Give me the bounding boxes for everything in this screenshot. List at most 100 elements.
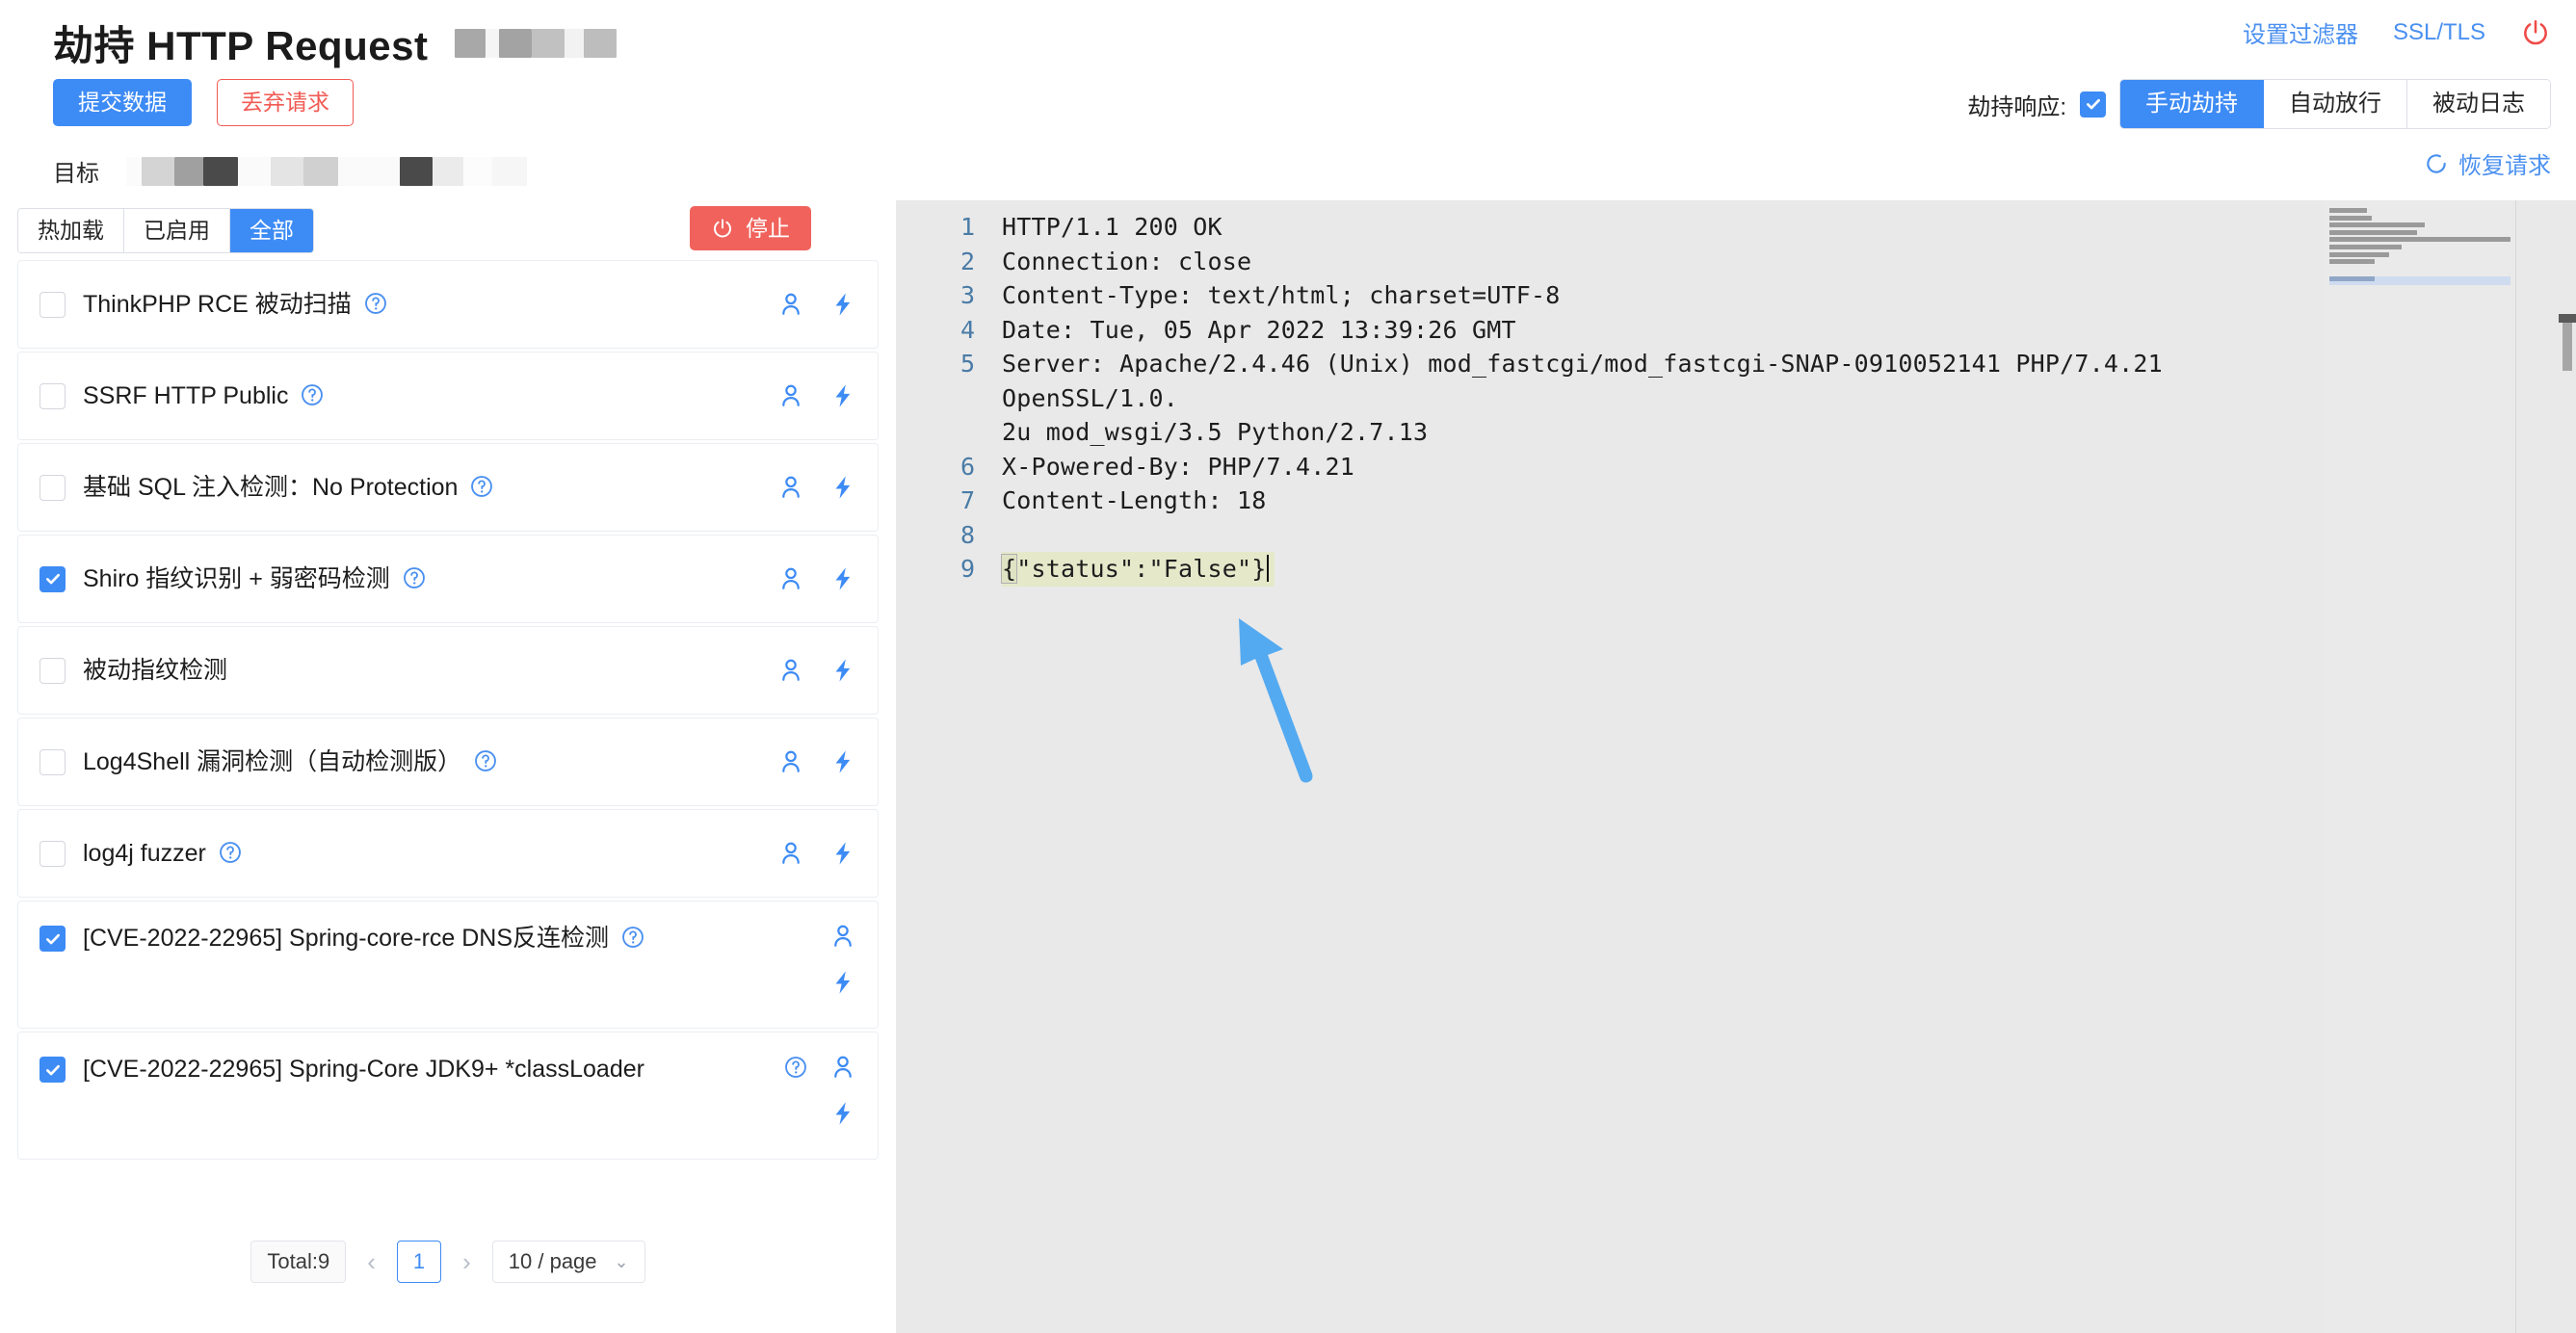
- intercept-response-label: 劫持响应:: [1967, 93, 2066, 120]
- scrollbar-thumb[interactable]: [2563, 323, 2572, 371]
- plugin-checkbox[interactable]: [39, 291, 66, 318]
- plugin-label: SSRF HTTP Public: [83, 380, 325, 412]
- plugin-actions-row-2: [829, 1100, 856, 1127]
- lightning-bolt-icon[interactable]: [829, 291, 856, 318]
- minimap-line: [2329, 208, 2367, 213]
- user-icon[interactable]: [777, 291, 804, 318]
- help-circle-icon[interactable]: [469, 474, 494, 499]
- plugin-checkbox[interactable]: [39, 382, 66, 409]
- plugin-checkbox[interactable]: [39, 840, 66, 867]
- plugin-actions: [777, 382, 856, 409]
- plugin-sidebar: 热加载 已启用 全部 停止 ThinkPHP RCE 被动扫描 SSRF HTTP P…: [0, 200, 896, 1333]
- plugin-checkbox[interactable]: [39, 1057, 66, 1083]
- pagination-next-button[interactable]: ›: [459, 1247, 475, 1277]
- user-icon[interactable]: [777, 565, 804, 592]
- help-circle-icon[interactable]: [620, 925, 645, 950]
- power-icon[interactable]: [2520, 17, 2551, 48]
- intercept-mode-0[interactable]: 手动劫持: [2120, 80, 2264, 129]
- lightning-bolt-icon[interactable]: [829, 657, 856, 684]
- pagination-prev-button[interactable]: ‹: [363, 1247, 380, 1277]
- plugin-row[interactable]: Shiro 指纹识别 + 弱密码检测: [17, 535, 879, 623]
- redacted-block: [492, 156, 527, 186]
- plugin-row[interactable]: log4j fuzzer: [17, 809, 879, 898]
- minimap-line: [2329, 222, 2425, 228]
- submit-data-button[interactable]: 提交数据: [53, 79, 192, 126]
- discard-request-button[interactable]: 丢弃请求: [217, 79, 354, 126]
- editor-vertical-scrollbar[interactable]: [2559, 200, 2576, 1333]
- intercept-mode-row: 劫持响应: 手动劫持 自动放行 被动日志: [1967, 79, 2551, 130]
- minimap-divider: [2515, 200, 2516, 1333]
- line-number: 3: [959, 281, 975, 309]
- intercept-mode-2[interactable]: 被动日志: [2407, 80, 2550, 129]
- ssl-tls-link[interactable]: SSL/TLS: [2393, 19, 2485, 46]
- redacted-block: [203, 156, 238, 186]
- lightning-bolt-icon[interactable]: [829, 565, 856, 592]
- plugin-filter-tab-1[interactable]: 已启用: [124, 209, 230, 253]
- redacted-block: [584, 28, 618, 58]
- lightning-bolt-icon[interactable]: [829, 840, 856, 867]
- plugin-checkbox[interactable]: [39, 657, 66, 684]
- lightning-bolt-icon[interactable]: [829, 748, 856, 775]
- plugin-row[interactable]: 被动指纹检测: [17, 626, 879, 715]
- help-circle-icon[interactable]: [363, 291, 388, 316]
- help-circle-icon[interactable]: [783, 1055, 808, 1080]
- user-icon[interactable]: [777, 748, 804, 775]
- pagination-page-size-select[interactable]: 10 / page ⌄: [491, 1241, 645, 1283]
- intercept-response-checkbox[interactable]: [2080, 91, 2106, 118]
- plugin-row[interactable]: SSRF HTTP Public: [17, 352, 879, 440]
- user-icon[interactable]: [829, 1054, 856, 1081]
- stop-button-label: 停止: [746, 215, 790, 241]
- user-icon[interactable]: [777, 657, 804, 684]
- minimap-line: [2329, 237, 2510, 243]
- plugin-label-text: SSRF HTTP Public: [83, 381, 289, 409]
- user-icon[interactable]: [777, 474, 804, 501]
- response-editor[interactable]: 1 HTTP/1.1 200 OK 2 Connection: close 3 Conte…: [896, 200, 2576, 1333]
- redacted-block: [174, 156, 203, 186]
- plugin-filter-tabs[interactable]: 热加载 已启用 全部: [17, 208, 314, 254]
- intercept-mode-segmented-control[interactable]: 手动劫持 自动放行 被动日志: [2119, 79, 2551, 130]
- plugin-row[interactable]: [CVE-2022-22965] Spring-core-rce DNS反连检测: [17, 901, 879, 1029]
- help-circle-icon[interactable]: [402, 565, 427, 590]
- plugin-filter-tab-2[interactable]: 全部: [230, 209, 313, 253]
- redacted-block: [126, 156, 142, 186]
- lightning-bolt-icon[interactable]: [829, 969, 856, 996]
- redacted-block: [238, 156, 271, 186]
- lightning-bolt-icon[interactable]: [829, 474, 856, 501]
- restore-request-button[interactable]: 恢复请求: [2424, 146, 2551, 180]
- help-circle-icon[interactable]: [218, 840, 243, 865]
- plugin-checkbox[interactable]: [39, 748, 66, 775]
- redacted-block: [499, 28, 533, 58]
- plugin-actions: [777, 291, 856, 318]
- title-row: 劫持 HTTP Request: [53, 13, 618, 72]
- lightning-bolt-icon[interactable]: [829, 382, 856, 409]
- user-icon[interactable]: [777, 840, 804, 867]
- text-caret: [1266, 555, 1269, 582]
- help-circle-icon[interactable]: [300, 382, 325, 407]
- redacted-block: [433, 156, 463, 186]
- intercept-mode-1[interactable]: 自动放行: [2264, 80, 2407, 129]
- lightning-bolt-icon[interactable]: [829, 1100, 856, 1127]
- plugin-row[interactable]: ThinkPHP RCE 被动扫描: [17, 260, 879, 349]
- user-icon[interactable]: [829, 923, 856, 950]
- stop-button[interactable]: 停止: [690, 206, 811, 250]
- line-number: 6: [959, 452, 975, 481]
- plugin-checkbox[interactable]: [39, 926, 66, 952]
- plugin-row[interactable]: Log4Shell 漏洞检测（自动检测版）: [17, 718, 879, 806]
- help-circle-icon[interactable]: [473, 748, 498, 773]
- plugin-row[interactable]: 基础 SQL 注入检测：No Protection: [17, 443, 879, 532]
- page-size-label: 10 / page: [508, 1249, 597, 1273]
- user-icon[interactable]: [777, 382, 804, 409]
- plugin-checkbox[interactable]: [39, 474, 66, 501]
- pagination-page-1[interactable]: 1: [396, 1241, 442, 1283]
- plugin-label: [CVE-2022-22965] Spring-core-rce DNS反连检测: [83, 923, 645, 954]
- plugin-checkbox[interactable]: [39, 565, 66, 592]
- plugin-filter-tab-0[interactable]: 热加载: [18, 209, 124, 253]
- filter-settings-link[interactable]: 设置过滤器: [2243, 15, 2358, 49]
- plugin-label-text: Shiro 指纹识别 + 弱密码检测: [83, 564, 390, 592]
- target-label: 目标: [53, 161, 99, 187]
- editor-minimap[interactable]: [2324, 200, 2516, 1333]
- bracket-match: {: [1000, 554, 1018, 584]
- redacted-block: [565, 28, 585, 58]
- redacted-block: [338, 156, 400, 186]
- plugin-row[interactable]: [CVE-2022-22965] Spring-Core JDK9+ *clas…: [17, 1032, 879, 1160]
